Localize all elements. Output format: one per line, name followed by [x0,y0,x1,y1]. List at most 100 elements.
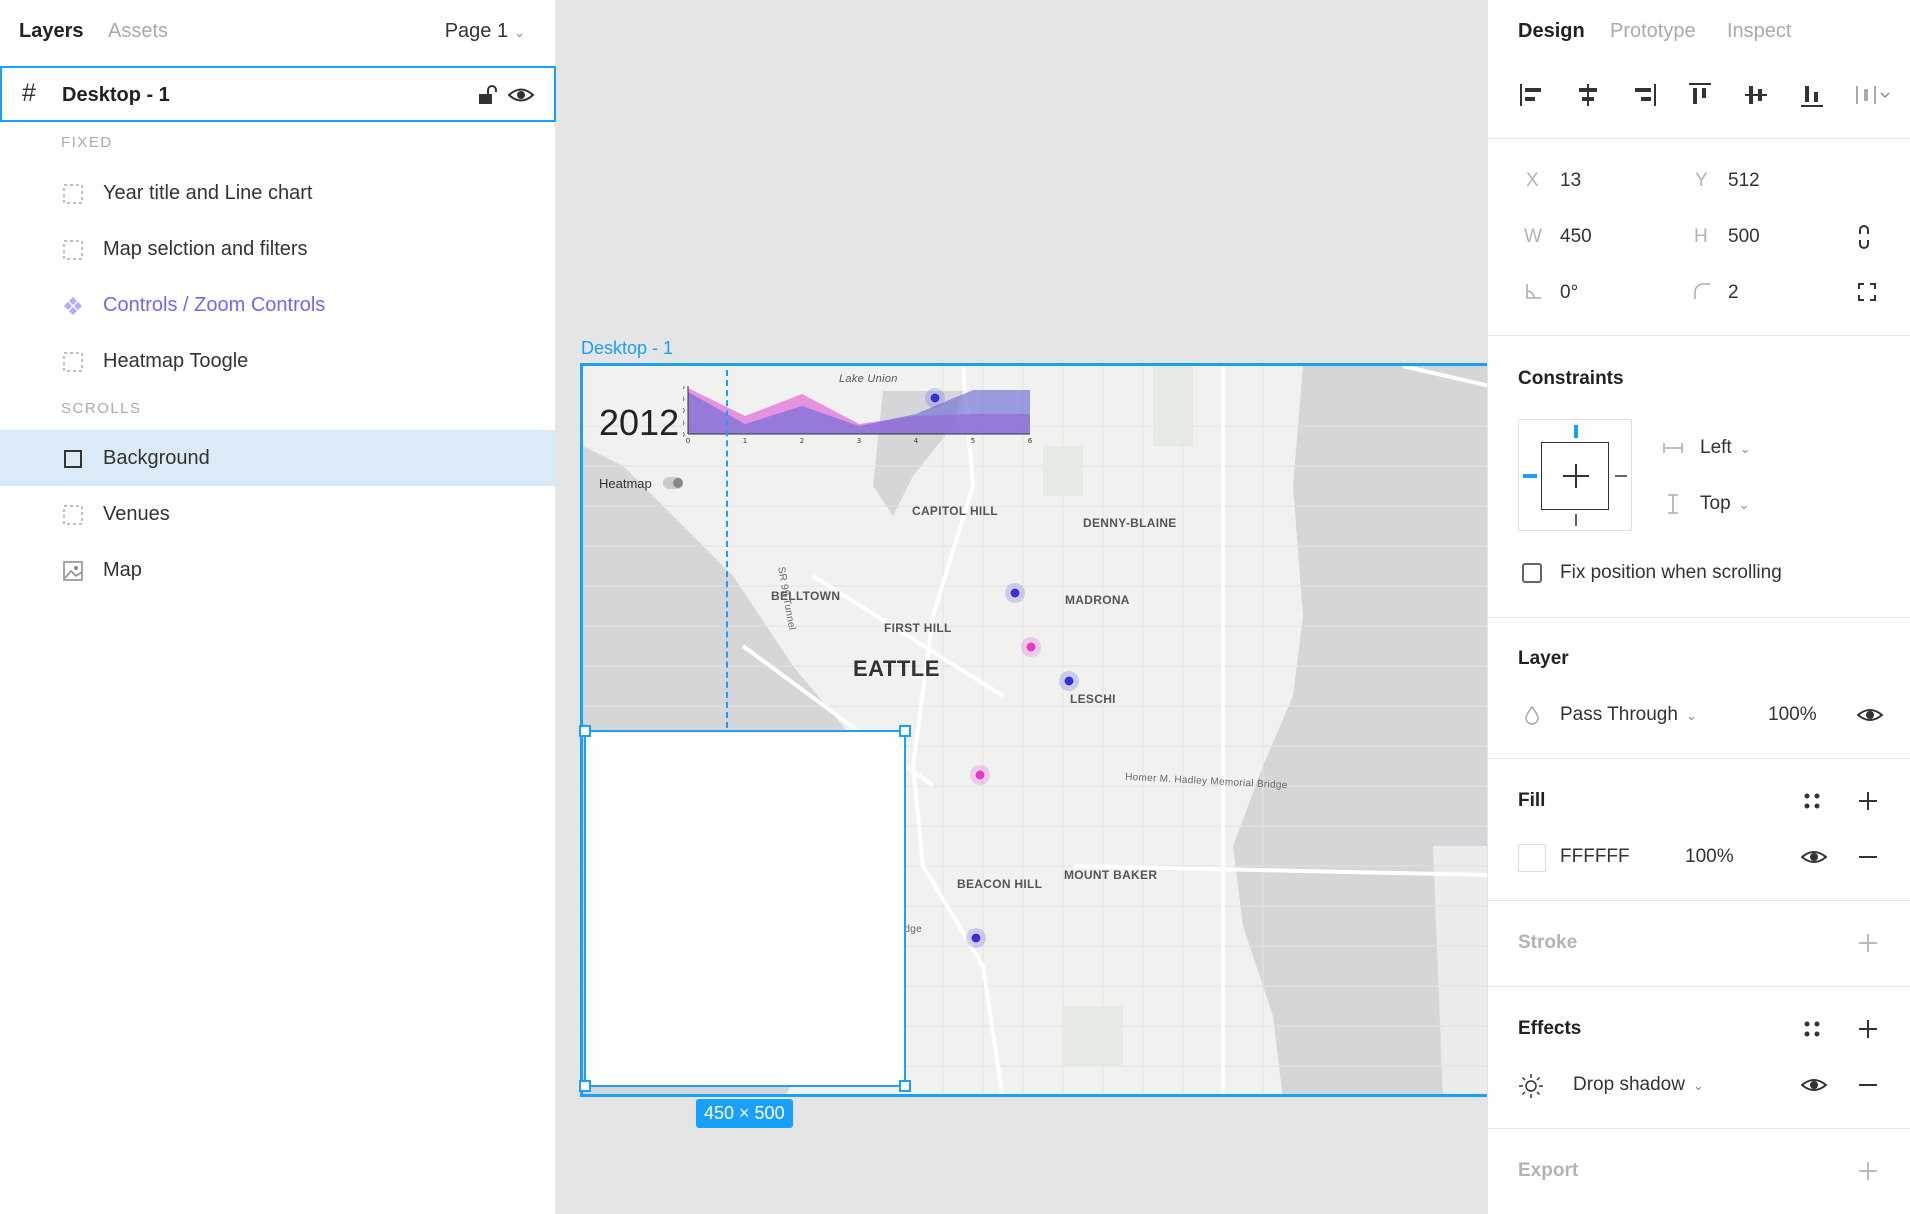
venue-marker[interactable] [970,765,990,785]
tab-design[interactable]: Design [1518,20,1585,43]
align-vertical-center-icon[interactable] [1741,80,1771,110]
chart-y-tick-label: 5 [683,419,685,427]
venue-marker[interactable] [966,928,986,948]
independent-corners-icon[interactable] [1857,282,1877,302]
venue-marker[interactable] [1005,583,1025,603]
fill-opacity-input[interactable]: 100% [1685,846,1734,868]
chart-area-series [688,390,1030,434]
layer-row-selected[interactable]: Background [0,430,556,486]
add-stroke-icon[interactable] [1857,932,1879,954]
constrain-proportions-icon[interactable] [1857,224,1871,250]
remove-fill-icon[interactable] [1857,847,1879,867]
layer-row[interactable]: Venues [0,486,556,542]
add-fill-icon[interactable] [1857,790,1879,812]
y-label: Y [1695,170,1708,191]
layer-row[interactable]: Heatmap Toogle [0,333,556,389]
size-badge: 450 × 500 [696,1099,793,1128]
align-left-icon[interactable] [1517,80,1547,110]
place-label: Lake Union [839,373,898,385]
constraint-widget[interactable] [1518,419,1632,531]
tab-assets[interactable]: Assets [108,20,168,43]
constraint-bottom-indicator[interactable] [1575,514,1577,526]
fill-title: Fill [1518,790,1546,811]
effect-type-select[interactable]: Drop shadow ⌄ [1573,1074,1704,1096]
horizontal-constraint-value: Left [1700,437,1732,458]
chart-x-tick-label: 2 [800,437,804,445]
height-input[interactable]: 500 [1728,226,1760,248]
rotation-input[interactable]: 0° [1560,282,1578,304]
frame-dashed-icon [63,505,83,525]
layers-panel: Layers Assets Page 1 ⌄ # Desktop - 1 FIXE… [0,0,556,1214]
eye-icon[interactable] [1801,847,1827,867]
alignment-toolbar [1488,72,1910,124]
year-title: 2012 [599,402,680,443]
add-export-icon[interactable] [1857,1160,1879,1182]
layer-row[interactable]: Year title and Line chart [0,165,556,221]
style-grid-icon[interactable] [1801,790,1823,812]
fill-hex-input[interactable]: FFFFFF [1560,846,1630,868]
venue-marker[interactable] [1059,671,1079,691]
x-label: X [1526,170,1539,191]
blend-mode-value: Pass Through [1560,704,1678,725]
resize-handle-top-right[interactable] [899,725,911,737]
venue-marker[interactable] [925,388,945,408]
resize-handle-bottom-right[interactable] [899,1080,911,1092]
horizontal-constraint-select[interactable]: Left ⌄ [1700,437,1751,459]
align-horizontal-center-icon[interactable] [1573,80,1603,110]
tab-prototype[interactable]: Prototype [1610,20,1696,43]
remove-effect-icon[interactable] [1857,1075,1879,1095]
effect-settings-icon[interactable] [1518,1073,1544,1099]
layer-row[interactable]: Map selction and filters [0,221,556,277]
place-label: LESCHI [1070,692,1116,706]
y-input[interactable]: 512 [1728,170,1760,192]
fix-position-checkbox[interactable] [1522,563,1542,583]
alignment-guide [726,370,728,728]
style-grid-icon[interactable] [1801,1018,1823,1040]
venue-marker[interactable] [1021,637,1041,657]
chevron-down-icon: ⌄ [1685,708,1697,723]
selected-background-rect[interactable] [579,725,911,1092]
place-label: FIRST HILL [884,621,952,635]
constraint-center-h[interactable] [1563,475,1589,477]
layer-name: Year title and Line chart [103,182,313,204]
layer-opacity-input[interactable]: 100% [1768,704,1817,726]
corner-radius-input[interactable]: 2 [1728,282,1739,304]
vertical-constraint-select[interactable]: Top ⌄ [1700,493,1750,515]
blend-mode-select[interactable]: Pass Through ⌄ [1560,704,1697,726]
layer-row[interactable]: Controls / Zoom Controls [0,277,556,333]
chevron-down-icon: ⌄ [1739,441,1751,456]
chart-x-tick-label: 4 [914,437,919,445]
heatmap-toggle[interactable] [663,477,683,489]
align-right-icon[interactable] [1629,80,1659,110]
unlock-icon[interactable] [476,84,498,106]
design-panel-tabs: Design Prototype Inspect [1488,0,1910,64]
add-effect-icon[interactable] [1857,1018,1879,1040]
layer-name: Map selction and filters [103,238,308,260]
layer-frame-desktop-1[interactable]: # Desktop - 1 [0,66,556,122]
horizontal-constraint-icon [1663,443,1683,453]
x-input[interactable]: 13 [1560,170,1581,192]
width-input[interactable]: 450 [1560,226,1592,248]
distribute-icon[interactable] [1853,80,1893,110]
place-label: MOUNT BAKER [1064,868,1158,882]
align-bottom-icon[interactable] [1797,80,1827,110]
eye-icon[interactable] [508,84,534,106]
constraint-top-indicator[interactable] [1574,425,1578,438]
resize-handle-bottom-left[interactable] [579,1080,591,1092]
frame-label[interactable]: Desktop - 1 [581,338,673,359]
constraint-left-indicator[interactable] [1523,474,1537,478]
vertical-constraint-icon [1668,494,1678,514]
resize-handle-top-left[interactable] [579,725,591,737]
design-canvas[interactable]: Desktop - 1 2012 0 1 2 3 4 5 6 Heatmap L… [556,0,1487,1214]
layer-row[interactable]: Map [0,542,556,598]
rotation-icon [1526,284,1541,299]
fill-color-swatch[interactable] [1518,844,1546,872]
tab-layers[interactable]: Layers [19,20,84,43]
constraint-right-indicator[interactable] [1615,475,1627,477]
align-top-icon[interactable] [1685,80,1715,110]
section-label-fixed: FIXED [61,134,113,151]
eye-icon[interactable] [1801,1075,1827,1095]
eye-icon[interactable] [1857,705,1883,725]
page-selector[interactable]: Page 1 ⌄ [445,20,525,43]
tab-inspect[interactable]: Inspect [1727,20,1791,43]
